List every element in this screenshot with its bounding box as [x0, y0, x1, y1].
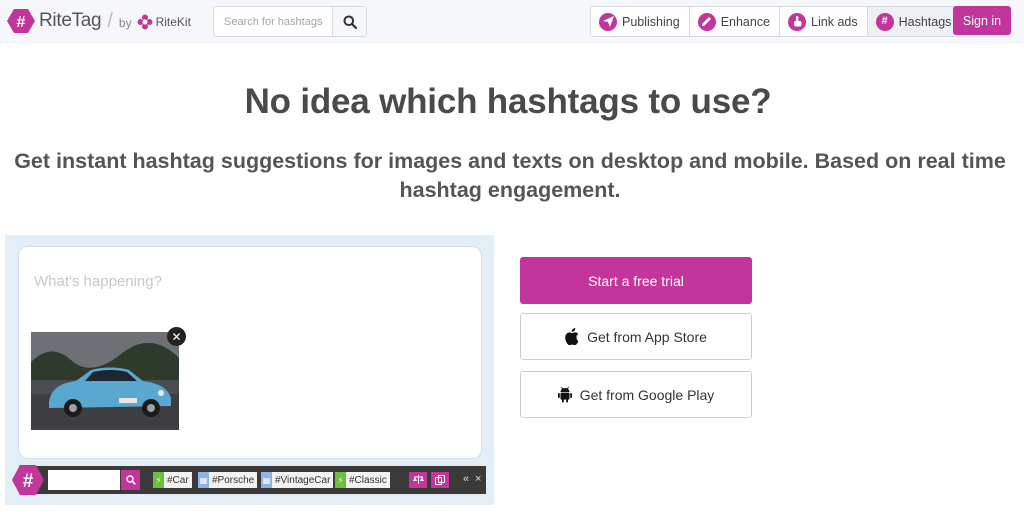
flower-icon [137, 14, 153, 30]
nav-hashtags[interactable]: # Hashtags [867, 7, 961, 36]
nav-publishing-label: Publishing [622, 14, 680, 29]
collapse-icon[interactable]: « [463, 473, 469, 485]
scale-icon [412, 475, 424, 484]
logo-text: RiteTag [39, 10, 102, 31]
start-free-trial-button[interactable]: Start a free trial [520, 257, 752, 304]
top-navbar: # RiteTag / by RiteKit Search for hashta… [0, 0, 1024, 44]
pencil-icon [697, 12, 716, 31]
ritekit-link[interactable]: RiteKit [137, 14, 191, 30]
hand-pointer-icon [788, 12, 807, 31]
remove-image-button[interactable]: ✕ [167, 327, 186, 346]
search-input[interactable] [214, 7, 332, 36]
tag-vintagecar[interactable]: ▦ #VintageCar [261, 472, 334, 488]
hashtag-search [213, 6, 367, 37]
nav-enhance-label: Enhance [720, 14, 771, 29]
google-play-button[interactable]: Get from Google Play [520, 371, 752, 418]
apple-icon [565, 328, 579, 345]
android-icon [557, 386, 572, 403]
product-nav: Publishing Enhance Link ads # Hashtags [590, 6, 962, 37]
tag-label: #Classic [349, 474, 387, 486]
hashtag-toolbar: # ⚡ #Car ▦ #Porsche ▦ #VintageCar ⚡ #Cla… [12, 465, 486, 495]
search-button[interactable] [332, 7, 366, 36]
scale-button[interactable] [409, 472, 427, 488]
nav-hashtags-label: Hashtags [898, 14, 952, 29]
tag-label: #VintageCar [275, 474, 331, 486]
paper-plane-icon [599, 12, 617, 31]
nav-link-ads[interactable]: Link ads [780, 7, 868, 36]
close-icon: ✕ [171, 329, 182, 344]
toolbar-input[interactable] [48, 470, 120, 490]
sign-in-button[interactable]: Sign in [953, 6, 1011, 35]
google-play-label: Get from Google Play [579, 386, 715, 403]
page-subtitle: Get instant hashtag suggestions for imag… [14, 149, 1006, 202]
post-placeholder: What's happening? [34, 273, 162, 290]
close-toolbar-icon[interactable]: × [475, 473, 481, 485]
page-title: No idea which hashtags to use? [244, 82, 772, 121]
tag-label: #Porsche [212, 474, 255, 486]
ritekit-label: RiteKit [155, 15, 191, 29]
hashtag-icon: # [875, 12, 894, 31]
logo-divider: / [107, 9, 113, 32]
app-store-button[interactable]: Get from App Store [520, 313, 752, 360]
post-textbox[interactable]: What's happening? ✕ [18, 246, 482, 459]
tag-status-icon: ⚡ [153, 472, 164, 488]
tag-car[interactable]: ⚡ #Car [153, 472, 192, 488]
nav-link-ads-label: Link ads [811, 14, 858, 29]
tag-status-icon: ▦ [198, 472, 209, 488]
by-label: by [118, 15, 132, 30]
copy-button[interactable] [431, 472, 449, 488]
ritetag-hashtag-icon[interactable]: # [11, 463, 45, 497]
search-icon [125, 475, 136, 485]
app-store-label: Get from App Store [587, 328, 707, 345]
tag-status-icon: ▦ [261, 472, 272, 488]
start-free-trial-label: Start a free trial [588, 272, 684, 289]
svg-text:#: # [17, 14, 26, 31]
svg-text:#: # [23, 471, 34, 492]
nav-enhance[interactable]: Enhance [690, 7, 781, 36]
toolbar-search-button[interactable] [121, 470, 140, 490]
tag-porsche[interactable]: ▦ #Porsche [198, 472, 258, 488]
tag-classic[interactable]: ⚡ #Classic [335, 472, 390, 488]
ritetag-logo[interactable]: # RiteTag / by RiteKit [7, 8, 191, 34]
tag-label: #Car [167, 474, 189, 486]
hashtag-hex-logo-icon: # [7, 9, 35, 33]
tag-status-icon: ⚡ [335, 472, 346, 488]
copy-icon [435, 475, 445, 485]
composer-demo-panel: What's happening? ✕ # ⚡ #Car ▦ #Porsche … [5, 235, 494, 505]
attached-car-photo [31, 332, 179, 430]
nav-publishing[interactable]: Publishing [591, 7, 690, 36]
search-icon [343, 15, 357, 29]
